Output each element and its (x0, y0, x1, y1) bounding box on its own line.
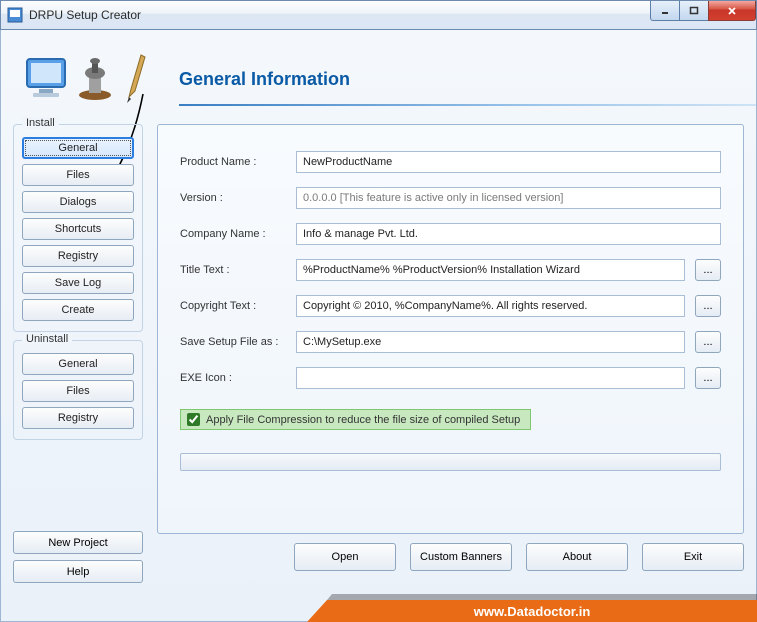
row-compression: Apply File Compression to reduce the fil… (180, 403, 721, 431)
open-button[interactable]: Open (294, 543, 396, 571)
monitor-icon (23, 55, 73, 103)
version-label: Version : (180, 192, 286, 204)
header-icons (23, 53, 151, 105)
about-button[interactable]: About (526, 543, 628, 571)
product-name-input[interactable] (296, 151, 721, 173)
sidebar-install-files[interactable]: Files (22, 164, 134, 186)
main-panel: Product Name : Version : Company Name : … (157, 124, 744, 534)
row-save-setup: Save Setup File as : ... (180, 331, 721, 353)
app-icon (7, 7, 23, 23)
footer-banner: www.Datadoctor.in (307, 600, 757, 622)
sidebar-install-registry[interactable]: Registry (22, 245, 134, 267)
sidebar-install-create[interactable]: Create (22, 299, 134, 321)
install-group-title: Install (22, 117, 59, 129)
row-exe-icon: EXE Icon : ... (180, 367, 721, 389)
compression-check-row[interactable]: Apply File Compression to reduce the fil… (180, 409, 531, 430)
window-body: General Information Install General File… (0, 30, 757, 622)
exe-icon-input[interactable] (296, 367, 685, 389)
row-copyright: Copyright Text : ... (180, 295, 721, 317)
window-title: DRPU Setup Creator (29, 8, 141, 22)
copyright-label: Copyright Text : (180, 300, 286, 312)
sidebar-uninstall-registry[interactable]: Registry (22, 407, 134, 429)
custom-banners-button[interactable]: Custom Banners (410, 543, 512, 571)
copyright-browse-button[interactable]: ... (695, 295, 721, 317)
exe-icon-browse-button[interactable]: ... (695, 367, 721, 389)
title-text-input[interactable] (296, 259, 685, 281)
sidebar-uninstall-files[interactable]: Files (22, 380, 134, 402)
row-version: Version : (180, 187, 721, 209)
save-setup-input[interactable] (296, 331, 685, 353)
bottom-left-buttons: New Project Help (13, 531, 143, 583)
sidebar-install-general[interactable]: General (22, 137, 134, 159)
new-project-button[interactable]: New Project (13, 531, 143, 554)
progress-bar (180, 453, 721, 471)
pen-icon (121, 53, 151, 105)
header-area: General Information (13, 40, 744, 118)
uninstall-group-title: Uninstall (22, 333, 72, 345)
help-button[interactable]: Help (13, 560, 143, 583)
sidebar: Install General Files Dialogs Shortcuts … (13, 124, 143, 534)
install-group: Install General Files Dialogs Shortcuts … (13, 124, 143, 332)
version-input[interactable] (296, 187, 721, 209)
stamp-icon (75, 55, 119, 103)
footer-url: www.Datadoctor.in (474, 604, 591, 619)
sidebar-uninstall-general[interactable]: General (22, 353, 134, 375)
uninstall-group: Uninstall General Files Registry (13, 340, 143, 440)
section-title: General Information (179, 69, 350, 90)
bottom-row: New Project Help Open Custom Banners Abo… (13, 531, 744, 583)
save-setup-browse-button[interactable]: ... (695, 331, 721, 353)
exit-button[interactable]: Exit (642, 543, 744, 571)
row-title-text: Title Text : ... (180, 259, 721, 281)
exe-icon-label: EXE Icon : (180, 372, 286, 384)
maximize-button[interactable] (679, 1, 709, 21)
copyright-input[interactable] (296, 295, 685, 317)
main-row: Install General Files Dialogs Shortcuts … (13, 124, 744, 534)
window-controls (651, 1, 756, 21)
row-product-name: Product Name : (180, 151, 721, 173)
sidebar-install-savelog[interactable]: Save Log (22, 272, 134, 294)
compression-label: Apply File Compression to reduce the fil… (206, 414, 520, 426)
bottom-right-buttons: Open Custom Banners About Exit (294, 543, 744, 571)
sidebar-install-dialogs[interactable]: Dialogs (22, 191, 134, 213)
product-name-label: Product Name : (180, 156, 286, 168)
title-text-browse-button[interactable]: ... (695, 259, 721, 281)
title-text-label: Title Text : (180, 264, 286, 276)
save-setup-label: Save Setup File as : (180, 336, 286, 348)
compression-checkbox[interactable] (187, 413, 200, 426)
footer-shadow (307, 594, 757, 600)
minimize-button[interactable] (650, 1, 680, 21)
sidebar-install-shortcuts[interactable]: Shortcuts (22, 218, 134, 240)
company-label: Company Name : (180, 228, 286, 240)
company-input[interactable] (296, 223, 721, 245)
titlebar: DRPU Setup Creator (0, 0, 757, 30)
close-button[interactable] (708, 1, 756, 21)
row-company: Company Name : (180, 223, 721, 245)
